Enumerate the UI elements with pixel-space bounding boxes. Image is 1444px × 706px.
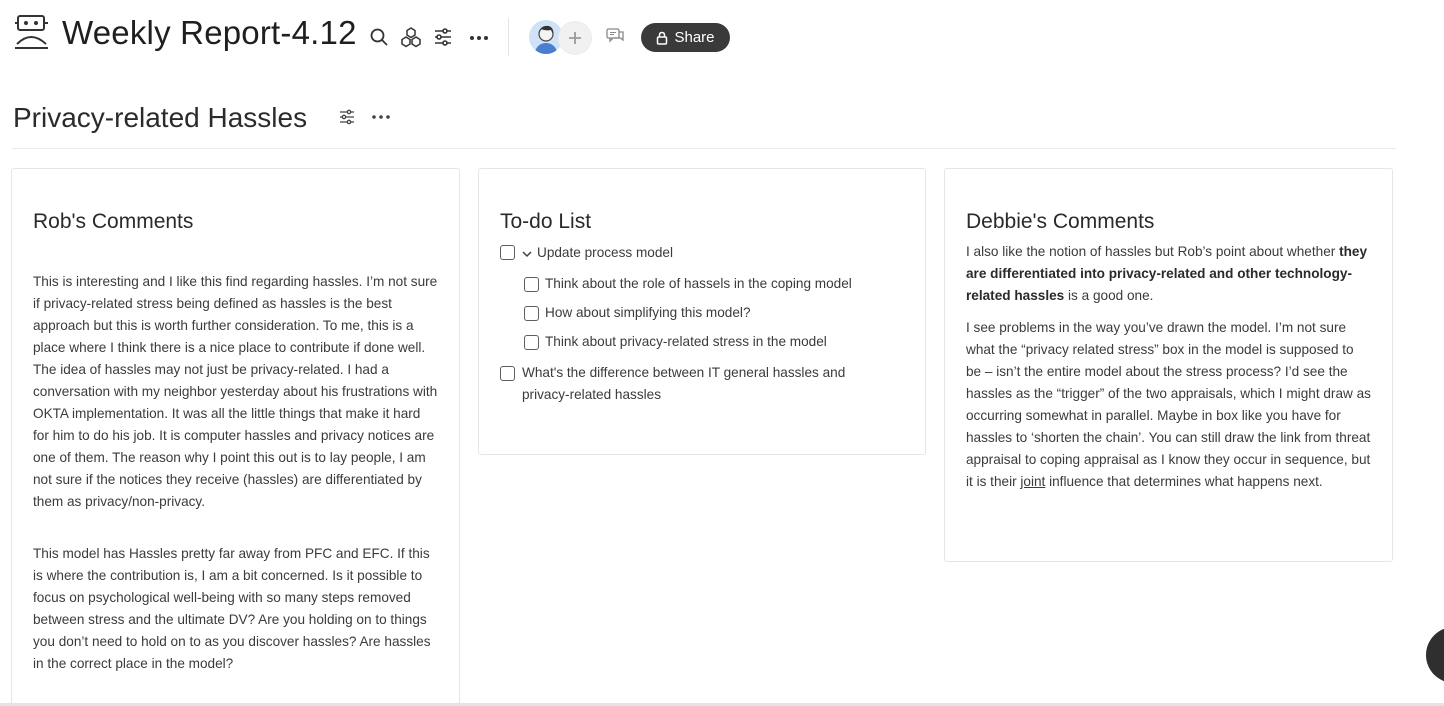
card-title[interactable]: Rob's Comments xyxy=(33,210,193,234)
paragraph-text: I also like the notion of hassles but Ro… xyxy=(966,244,1340,259)
add-collaborator-button[interactable] xyxy=(558,21,592,55)
chevron-down-icon[interactable] xyxy=(521,247,533,259)
share-button[interactable]: Share xyxy=(641,23,730,52)
section-title[interactable]: Privacy-related Hassles xyxy=(13,102,307,134)
comment-icon[interactable] xyxy=(604,25,626,47)
todo-subitem[interactable]: Think about the role of hassels in the c… xyxy=(545,273,852,295)
comment-paragraph[interactable]: I see problems in the way you’ve drawn t… xyxy=(966,317,1371,493)
floating-action-button[interactable] xyxy=(1426,627,1444,683)
section-sliders-icon[interactable] xyxy=(337,107,357,127)
paragraph-text: is a good one. xyxy=(1064,288,1154,303)
cube-icon[interactable] xyxy=(400,26,422,48)
section-more-icon[interactable] xyxy=(371,107,391,127)
board-icon[interactable] xyxy=(14,14,50,52)
paragraph-text: I see problems in the way you’ve drawn t… xyxy=(966,320,1371,489)
sliders-icon[interactable] xyxy=(432,26,454,48)
toolbar-divider xyxy=(508,18,509,56)
comment-paragraph[interactable]: I also like the notion of hassles but Ro… xyxy=(966,241,1371,307)
todo-subitem[interactable]: How about simplifying this model? xyxy=(545,302,751,324)
underlined-text: joint xyxy=(1020,474,1046,489)
todo-checkbox[interactable] xyxy=(524,335,539,350)
more-icon[interactable] xyxy=(468,26,490,48)
lock-icon xyxy=(657,31,668,45)
todo-subitem[interactable]: Think about privacy-related stress in th… xyxy=(545,331,827,353)
comment-paragraph[interactable]: This model has Hassles pretty far away f… xyxy=(33,543,438,675)
plus-icon xyxy=(569,32,581,44)
debbies-comments-card: Debbie's Comments I also like the notion… xyxy=(944,168,1393,562)
paragraph-text: influence that determines what happens n… xyxy=(1045,474,1323,489)
robs-comments-card: Rob's Comments This is interesting and I… xyxy=(11,168,460,706)
document-title[interactable]: Weekly Report-4.12 xyxy=(62,14,357,52)
card-title[interactable]: Debbie's Comments xyxy=(966,210,1154,234)
todo-checkbox[interactable] xyxy=(500,245,515,260)
comment-paragraph[interactable]: This is interesting and I like this find… xyxy=(33,271,438,513)
card-title[interactable]: To-do List xyxy=(500,210,591,234)
todo-item[interactable]: What's the difference between IT general… xyxy=(522,362,892,406)
top-bar: Weekly Report-4.12 Share xyxy=(0,0,1444,74)
section-divider xyxy=(12,148,1396,149)
search-icon[interactable] xyxy=(368,26,390,48)
share-label: Share xyxy=(674,29,715,46)
todo-item[interactable]: Update process model xyxy=(537,242,673,264)
todo-checkbox[interactable] xyxy=(524,306,539,321)
todo-checkbox[interactable] xyxy=(524,277,539,292)
todo-checkbox[interactable] xyxy=(500,366,515,381)
todo-list-card: To-do List Update process model Think ab… xyxy=(478,168,926,455)
